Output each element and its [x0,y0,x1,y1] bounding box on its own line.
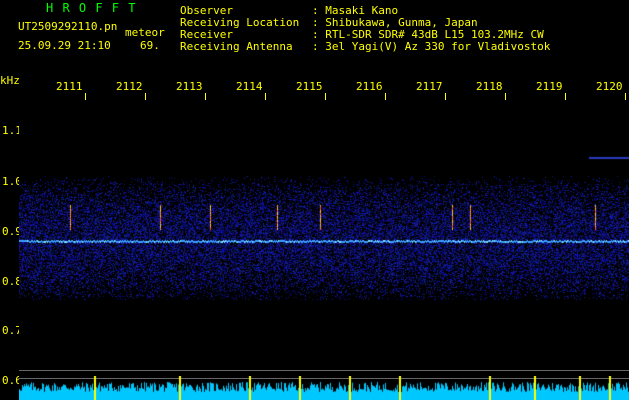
x-tick-mark [145,93,146,100]
x-tick-mark [205,93,206,100]
app-brand-title: H R O F F T [46,1,137,15]
count-label: 69. [140,39,160,52]
detection-type-label: meteor [125,26,165,39]
x-tick-label: 2117 [416,80,443,93]
info-value-antenna: : 3el Yagi(V) Az 330 for Vladivostok [312,40,551,53]
signal-power-bars [19,376,629,400]
x-tick-label: 2116 [356,80,383,93]
x-tick-label: 2119 [536,80,563,93]
x-tick-mark [565,93,566,100]
x-tick-label: 2115 [296,80,323,93]
x-tick-label: 2120 [596,80,623,93]
x-tick-label: 2111 [56,80,83,93]
x-tick-mark [265,93,266,100]
x-tick-mark [385,93,386,100]
spectrogram-canvas [19,100,629,400]
filename-label: UT2509292110.pn [18,20,118,33]
x-tick-label: 2113 [176,80,203,93]
x-tick-label: 2118 [476,80,503,93]
info-label-antenna: Receiving Antenna [180,40,293,53]
y-axis-unit-label: kHz [0,74,20,87]
datetime-label: 25.09.29 21:10 [18,39,111,52]
x-tick-mark [325,93,326,100]
x-tick-mark [85,93,86,100]
x-tick-mark [445,93,446,100]
x-tick-label: 2112 [116,80,143,93]
x-tick-label: 2114 [236,80,263,93]
x-tick-mark [625,93,626,100]
baseline-divider-top [19,370,629,371]
x-tick-mark [505,93,506,100]
